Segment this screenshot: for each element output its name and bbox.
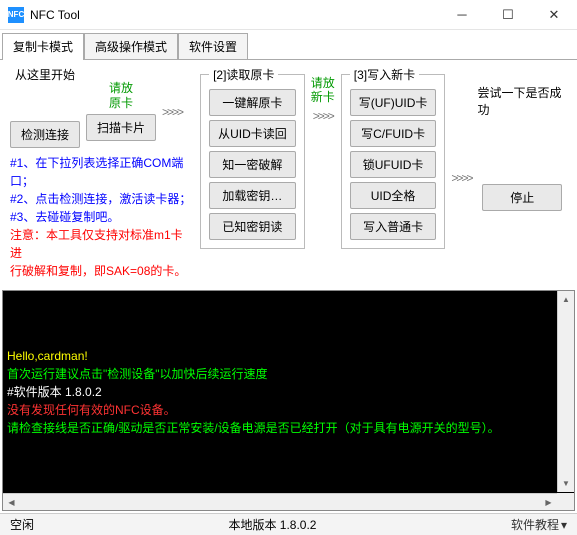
place-new-card-hint: 请放 新卡 (311, 76, 335, 105)
tutorial-link[interactable]: 软件教程 ▾ (511, 516, 567, 533)
tab-copy-mode[interactable]: 复制卡模式 (2, 33, 84, 60)
close-button[interactable]: ✕ (531, 0, 577, 30)
vertical-scrollbar[interactable]: ▲ ▼ (557, 291, 574, 492)
step3-legend: [3]写入新卡 (350, 66, 419, 83)
resize-grip[interactable] (557, 493, 574, 510)
write-cfuid-button[interactable]: 写C/FUID卡 (350, 120, 437, 147)
try-result-label: 尝试一下是否成功 (477, 84, 567, 118)
load-keys-button[interactable]: 加载密钥… (209, 182, 296, 209)
step1-header: 从这里开始 (15, 66, 75, 83)
arrow-icon: >>>> (162, 95, 182, 119)
step2-group: [2]读取原卡 一键解原卡 从UID卡读回 知一密破解 加载密钥… 已知密钥读 (200, 66, 305, 249)
uid-full-format-button[interactable]: UID全格 (350, 182, 437, 209)
window-title: NFC Tool (30, 8, 439, 22)
scan-card-button[interactable]: 扫描卡片 (86, 114, 156, 141)
write-uf-uid-button[interactable]: 写(UF)UID卡 (350, 89, 437, 116)
step3-group: [3]写入新卡 写(UF)UID卡 写C/FUID卡 锁UFUID卡 UID全格… (341, 66, 446, 249)
known-key-read-button[interactable]: 已知密钥读 (209, 213, 296, 240)
status-version: 本地版本 1.8.0.2 (40, 516, 505, 533)
arrow-icon: >>>> (313, 109, 333, 123)
place-original-card-hint: 请放 原卡 (109, 81, 133, 110)
known-one-crack-button[interactable]: 知一密破解 (209, 151, 296, 178)
stop-button[interactable]: 停止 (482, 184, 562, 211)
minimize-button[interactable]: ─ (439, 0, 485, 30)
scroll-down-icon[interactable]: ▼ (558, 475, 574, 492)
arrow-icon: >>>> (451, 161, 471, 185)
detect-connection-button[interactable]: 检测连接 (10, 121, 80, 148)
lock-ufuid-button[interactable]: 锁UFUID卡 (350, 151, 437, 178)
instructions-text: #1、在下拉列表选择正确COM端口； #2、点击检测连接，激活读卡器； #3、去… (10, 154, 194, 280)
app-icon: NFC (8, 7, 24, 23)
horizontal-scrollbar[interactable]: ◀ ▶ (3, 493, 557, 510)
tab-advanced-mode[interactable]: 高级操作模式 (84, 33, 178, 59)
chevron-down-icon: ▾ (561, 518, 567, 532)
tab-settings[interactable]: 软件设置 (178, 33, 248, 59)
read-from-uid-button[interactable]: 从UID卡读回 (209, 120, 296, 147)
scroll-right-icon[interactable]: ▶ (540, 494, 557, 510)
step2-legend: [2]读取原卡 (209, 66, 278, 83)
maximize-button[interactable]: ☐ (485, 0, 531, 30)
scroll-up-icon[interactable]: ▲ (558, 291, 574, 308)
scroll-left-icon[interactable]: ◀ (3, 494, 20, 510)
console-output: Hello,cardman! 首次运行建议点击"检测设备"以加快后续运行速度 #… (3, 291, 574, 510)
one-key-decode-button[interactable]: 一键解原卡 (209, 89, 296, 116)
status-left: 空闲 (10, 516, 34, 533)
write-normal-card-button[interactable]: 写入普通卡 (350, 213, 437, 240)
